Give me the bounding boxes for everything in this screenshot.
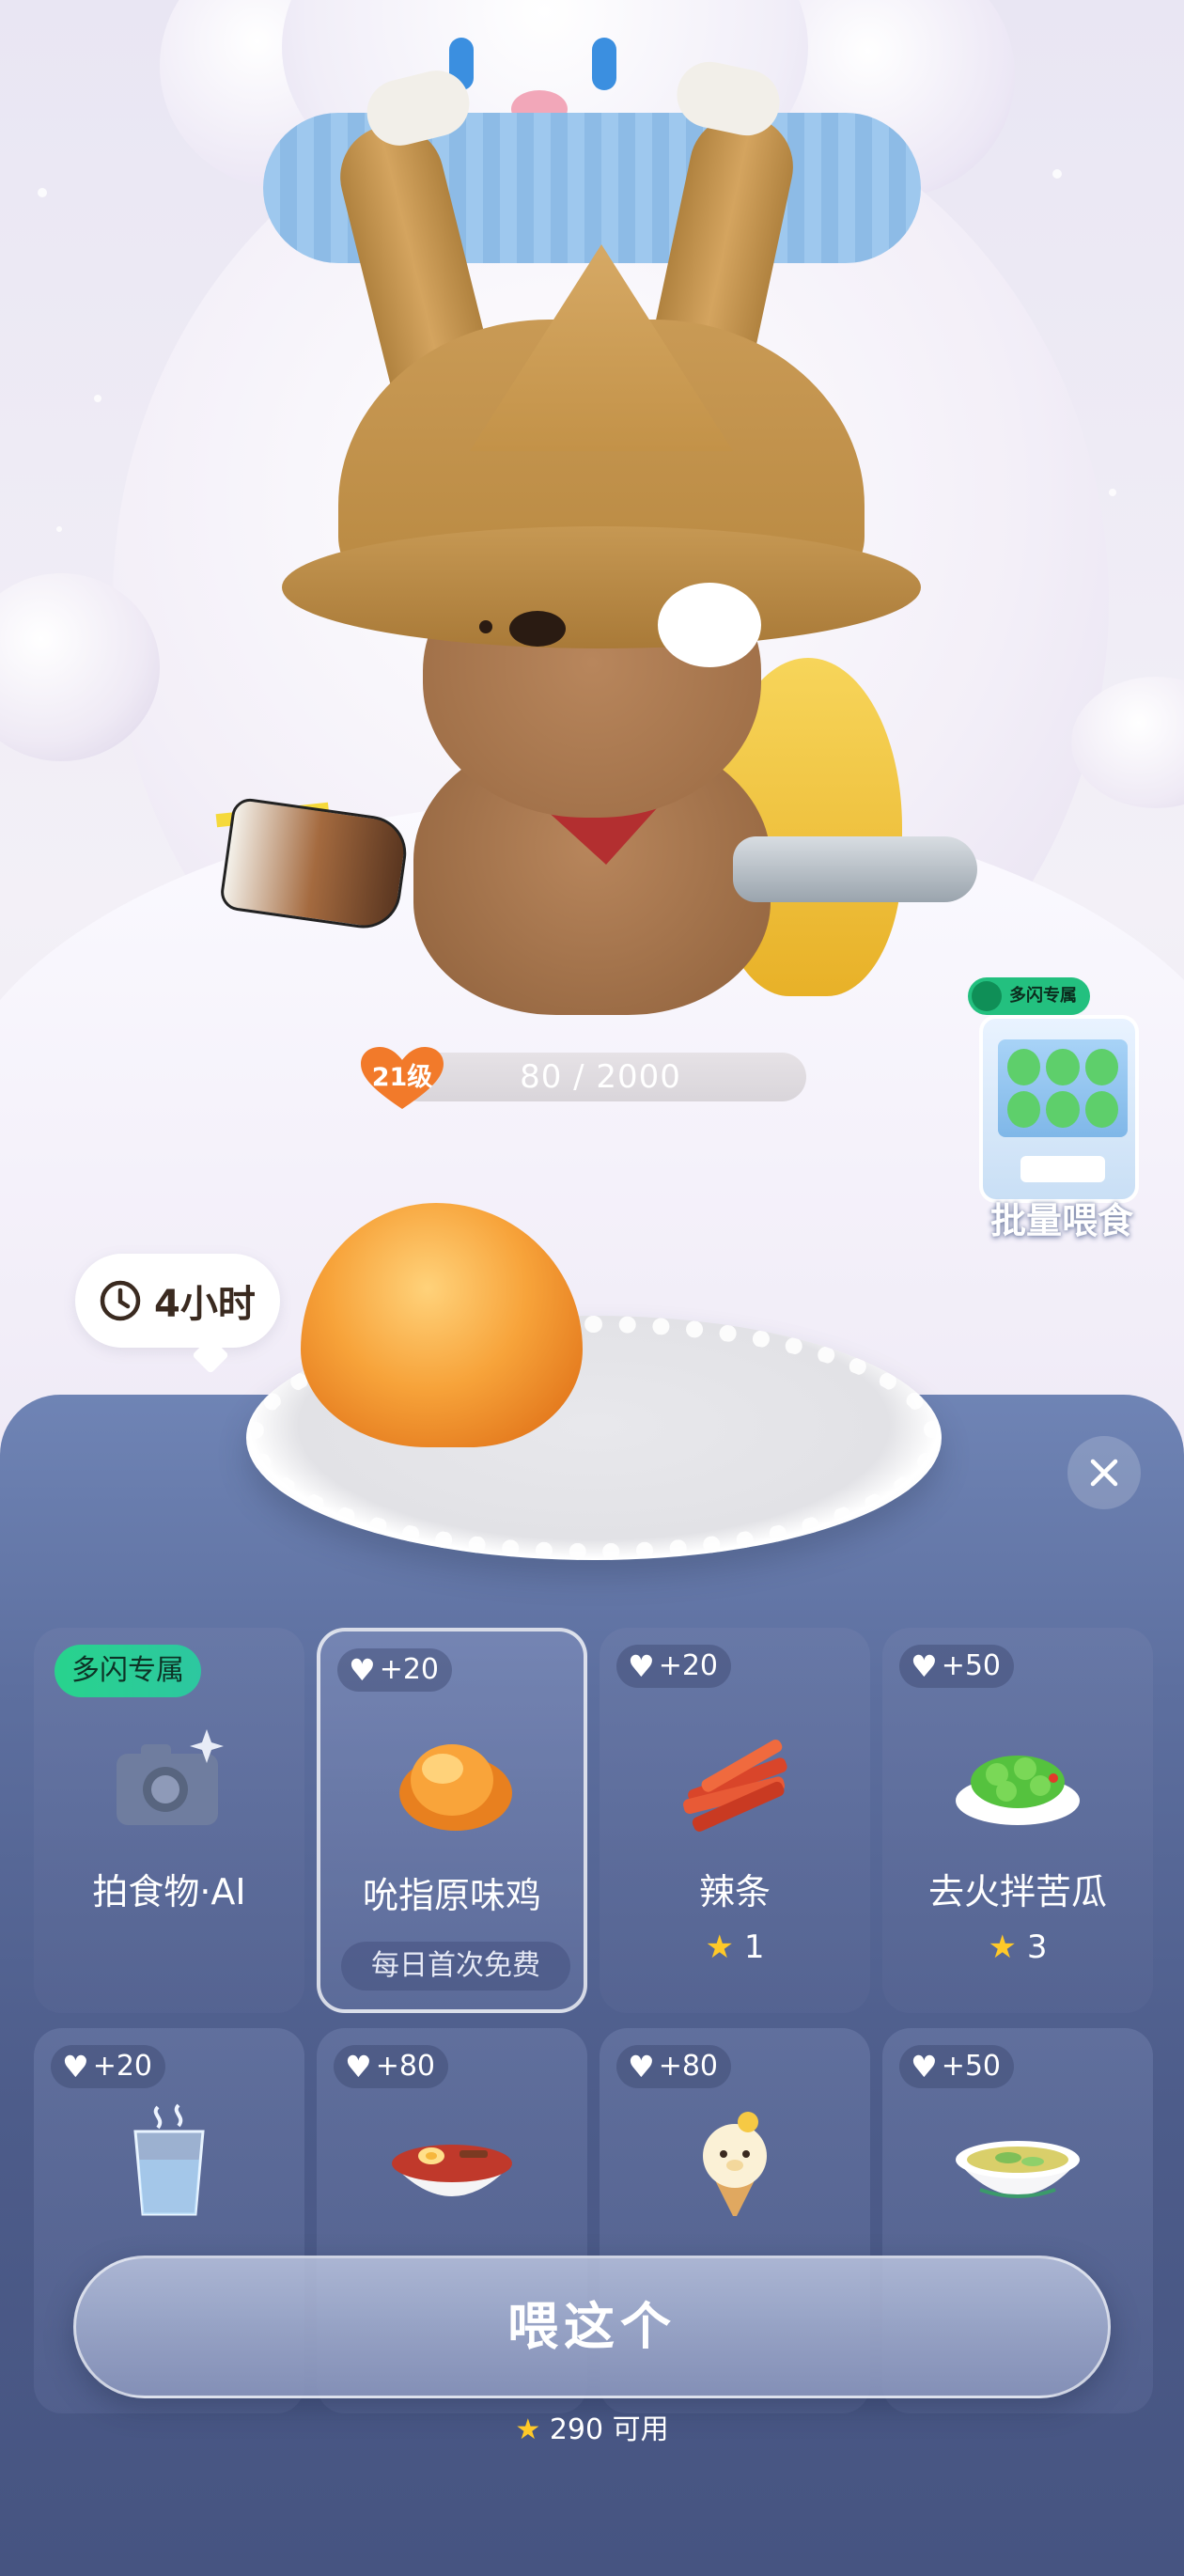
snowflake: [1109, 489, 1116, 496]
eyepatch: [658, 583, 761, 667]
close-icon: [1090, 1459, 1118, 1487]
heart-icon: ♥: [911, 2049, 938, 2084]
food-name: 拍食物·AI: [92, 1871, 246, 1912]
star-icon: ★: [988, 1928, 1018, 1966]
heart-chip: ♥ +50: [899, 2045, 1014, 2088]
hat-brim: [282, 526, 921, 648]
shark-sword: [733, 836, 977, 902]
noodle-bowl-icon: [392, 2145, 512, 2196]
food-card-bitter-melon[interactable]: ♥ +50 去火拌苦瓜 ★ 3: [882, 1628, 1153, 2013]
level-progress-bar: 80 / 2000 21级: [357, 1045, 806, 1109]
heart-icon: ♥: [62, 2049, 89, 2084]
food-card-spicy-strips[interactable]: ♥ +20 辣条 ★ 1: [600, 1628, 870, 2013]
food-timer-bubble: 4小时: [75, 1254, 280, 1348]
close-button[interactable]: [1067, 1436, 1141, 1509]
heart-icon: ♥: [911, 1648, 938, 1684]
snowflake: [94, 395, 101, 402]
food-name: 去火拌苦瓜: [927, 1871, 1107, 1912]
timer-text: 4小时: [154, 1283, 256, 1326]
fried-chicken-icon: [399, 1744, 512, 1831]
camera-icon: [117, 1729, 224, 1825]
food-card-fried-chicken[interactable]: ♥ +20 吮指原味鸡 每日首次免费: [317, 1628, 587, 2013]
heart-chip: ♥ +80: [616, 2045, 731, 2088]
snowflake: [1052, 169, 1062, 179]
snowflake: [38, 188, 47, 197]
daily-free-label: 每日首次免费: [341, 1942, 570, 1991]
pet-bear-character[interactable]: [215, 55, 977, 1015]
bear-eye: [479, 620, 492, 633]
heart-icon: ♥: [349, 1652, 376, 1688]
food-cost: ★ 1: [705, 1928, 765, 1966]
heart-chip: ♥ +80: [334, 2045, 448, 2088]
duoshan-logo-icon: [972, 981, 1002, 1011]
level-badge: 21级: [371, 1063, 433, 1092]
milk-tea-cup: [218, 796, 412, 933]
heart-chip: ♥ +20: [616, 1645, 731, 1688]
food-cost: ★ 3: [988, 1928, 1048, 1966]
snowflake: [56, 526, 62, 532]
feed-this-button[interactable]: 喂这个: [73, 2256, 1111, 2398]
star-icon: ★: [515, 2413, 541, 2446]
ice-cream-icon: [703, 2112, 767, 2216]
spicy-strips-icon: [683, 1740, 787, 1832]
water-glass-icon: [133, 2103, 205, 2216]
heart-icon: ♥: [345, 2049, 372, 2084]
exclusive-badge: 多闪专属: [55, 1645, 201, 1697]
food-card-ai-photo[interactable]: 多闪专属 拍食物·AI: [34, 1628, 304, 2013]
level-progress-text: 80 / 2000: [520, 1058, 681, 1096]
clock-icon: [100, 1280, 141, 1321]
batch-feed-label: 批量喂食: [989, 1200, 1133, 1241]
heart-chip: ♥ +20: [337, 1648, 452, 1692]
bear-nose: [509, 611, 566, 647]
heart-icon: ♥: [628, 1648, 655, 1684]
heart-chip: ♥ +20: [51, 2045, 165, 2088]
soup-bowl-icon: [956, 2141, 1080, 2198]
batch-feed-badge: 多闪专属: [968, 977, 1090, 1015]
food-name: 吮指原味鸡: [362, 1875, 541, 1916]
heart-chip: ♥ +50: [899, 1645, 1014, 1688]
vending-machine-icon: [979, 1015, 1139, 1203]
food-name: 辣条: [698, 1871, 771, 1912]
heart-icon: ♥: [628, 2049, 655, 2084]
star-icon: ★: [705, 1928, 735, 1966]
batch-feed-button[interactable]: 多闪专属 批量喂食: [968, 977, 1156, 1241]
star-balance: ★ 290 可用: [515, 2413, 669, 2446]
bitter-melon-icon: [956, 1756, 1080, 1825]
